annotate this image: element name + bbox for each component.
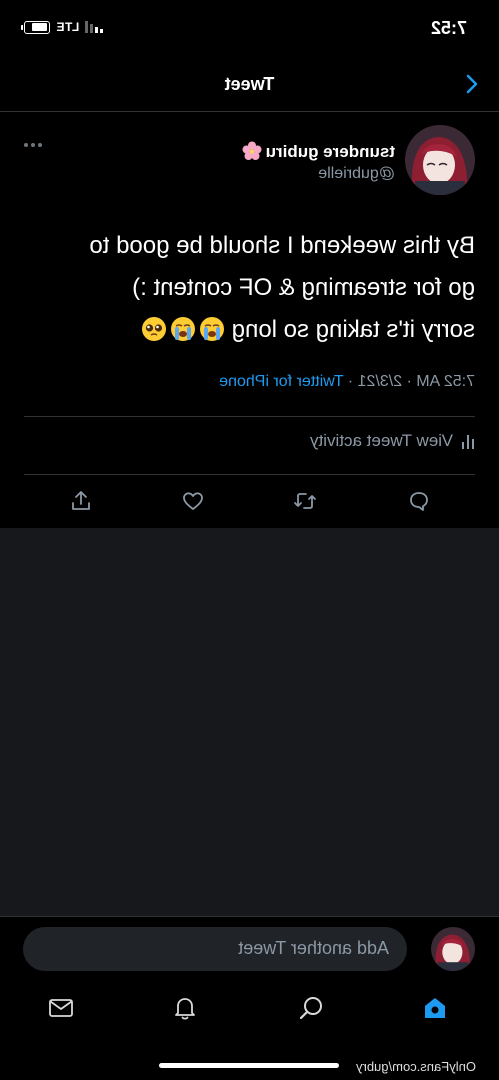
meta-separator: ·: [406, 373, 412, 390]
tweet-date: 2/3/21: [357, 373, 403, 390]
tweet-meta: 7:52 AM · 2/3/21 · Twitter for iPhone: [219, 373, 475, 391]
nav-header: Tweet: [0, 58, 499, 112]
signal-icon: [85, 21, 104, 33]
home-icon[interactable]: [421, 994, 449, 1022]
network-type: LTE: [56, 20, 80, 34]
notifications-icon[interactable]: [171, 994, 199, 1022]
retweet-icon[interactable]: [293, 489, 317, 513]
activity-label: View Tweet activity: [310, 431, 453, 450]
like-icon[interactable]: [181, 489, 205, 513]
messages-icon[interactable]: [47, 994, 75, 1022]
tweet-text: By this weekend I should be good to go f…: [25, 225, 475, 351]
tweet-text-line-3: sorry it's taking so long: [25, 309, 475, 351]
watermark: OnlyFans.com/gubry: [356, 1059, 476, 1074]
status-time: 7:52: [430, 18, 467, 38]
screen: 7:52 LTE Tweet tsundere gubiru @gubriell…: [0, 0, 499, 1080]
author-name-text: tsundere gubiru: [265, 142, 395, 161]
avatar-image: [431, 927, 475, 971]
loudly-crying-face-icon: [199, 317, 224, 341]
author-name[interactable]: tsundere gubiru: [242, 141, 395, 162]
cherry-blossom-icon: [242, 141, 262, 160]
more-options-icon[interactable]: [24, 143, 42, 147]
status-bar: 7:52 LTE: [0, 0, 499, 58]
tweet: tsundere gubiru @gubrielle By this weeke…: [0, 113, 499, 528]
user-avatar[interactable]: [431, 927, 475, 971]
replies-area: [0, 528, 499, 916]
meta-separator: ·: [347, 373, 354, 390]
view-tweet-activity-button[interactable]: View Tweet activity: [310, 431, 475, 451]
tweet-time: 7:52 AM: [416, 373, 475, 390]
page-title: Tweet: [224, 74, 275, 94]
avatar-image: [405, 125, 475, 195]
add-tweet-input[interactable]: Add another Tweet: [23, 927, 407, 971]
search-icon[interactable]: [297, 994, 325, 1022]
tweet-actions: [0, 489, 499, 517]
home-indicator[interactable]: [159, 1063, 339, 1068]
tweet-source-link[interactable]: Twitter for iPhone: [219, 373, 344, 390]
loudly-crying-face-icon: [170, 317, 195, 341]
author-avatar[interactable]: [405, 125, 475, 195]
tweet-text-line: go for streaming & OF content :): [132, 274, 475, 301]
share-icon[interactable]: [69, 489, 93, 513]
tweet-text-line: By this weekend I should be good to: [89, 232, 475, 259]
author-handle[interactable]: @gubrielle: [318, 165, 395, 183]
bar-chart-icon: [462, 435, 474, 449]
divider: [24, 416, 475, 417]
status-indicators: LTE: [24, 20, 104, 34]
reply-bar: Add another Tweet: [0, 916, 499, 980]
tweet-text-line: sorry it's taking so long: [231, 316, 475, 343]
pleading-face-icon: [141, 317, 166, 341]
reply-icon[interactable]: [407, 489, 431, 513]
divider: [24, 474, 475, 475]
battery-level: [31, 23, 48, 31]
battery-icon: [24, 20, 50, 34]
tab-bar: [0, 980, 499, 1040]
